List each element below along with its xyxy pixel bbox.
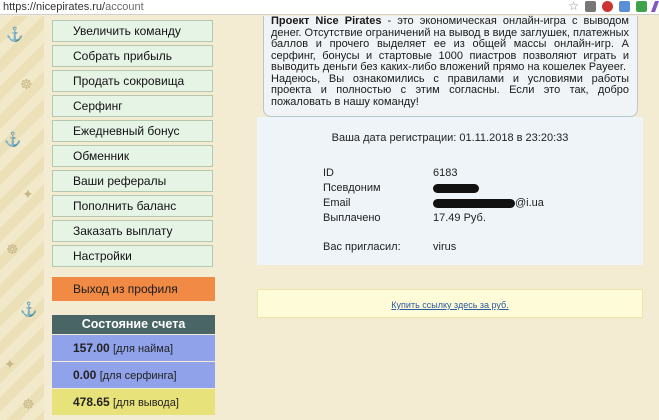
menu-item-settings[interactable]: Настройки <box>52 245 213 267</box>
email-label: Email <box>323 197 351 209</box>
balance-value: 157.00 <box>73 341 110 355</box>
url-text[interactable]: https://nicepirates.ru/account <box>0 1 144 13</box>
balance-value: 478.65 <box>73 395 110 409</box>
info-row-referrer: Вас пригласил: virus <box>323 241 633 254</box>
balance-row-surfing: 0.00 [для серфинга] <box>52 362 215 388</box>
ship-wheel-icon: ☸ <box>22 396 35 412</box>
email-suffix: @i.ua <box>515 197 544 209</box>
browser-address-bar[interactable]: https://nicepirates.ru/account ☆ <box>0 0 659 15</box>
registration-date: Ваша дата регистрации: 01.11.2018 в 23:2… <box>331 132 569 144</box>
balance-row-hire: 157.00 [для найма] <box>52 335 215 361</box>
menu-item-exchanger[interactable]: Обменник <box>52 145 213 167</box>
info-row-nickname: Псевдоним <box>323 182 633 195</box>
info-row-email: Email @i.ua <box>323 197 633 210</box>
account-menu: Увеличить команду Собрать прибыль Продат… <box>52 20 213 270</box>
anchor-icon: ⚓ <box>4 131 22 147</box>
extension-icon[interactable] <box>585 1 596 12</box>
menu-item-sell-treasures[interactable]: Продать сокровища <box>52 70 213 92</box>
extension-icon[interactable] <box>636 1 647 12</box>
browser-toolbar-icons: ☆ <box>568 0 659 12</box>
bookmark-star-icon[interactable]: ☆ <box>568 0 579 12</box>
decorative-pirate-pattern: ⚓ ☸ ⚓ ✦ ☸ ⚓ ✦ ☸ <box>0 16 44 420</box>
project-intro-card: Проект Nice Pirates - это экономическая … <box>263 15 638 117</box>
intro-title: Проект Nice Pirates <box>271 15 382 27</box>
ship-wheel-icon: ☸ <box>20 76 33 92</box>
id-value: 6183 <box>433 167 458 179</box>
nickname-label: Псевдоним <box>323 182 381 194</box>
buy-link-banner: Купить ссылку здесь за руб. <box>257 289 643 318</box>
menu-item-request-payout[interactable]: Заказать выплату <box>52 220 213 242</box>
extension-icon[interactable] <box>650 1 659 12</box>
extension-icon[interactable] <box>619 1 630 12</box>
anchor-icon: ⚓ <box>6 26 24 42</box>
menu-item-increase-team[interactable]: Увеличить команду <box>52 20 213 42</box>
balance-row-withdraw: 478.65 [для вывода] <box>52 389 215 415</box>
registration-info-panel: Ваша дата регистрации: 01.11.2018 в 23:2… <box>257 117 643 265</box>
balance-label: [для серфинга] <box>99 370 177 382</box>
paid-label: Выплачено <box>323 212 381 224</box>
balance-value: 0.00 <box>73 368 97 382</box>
id-label: ID <box>323 167 334 179</box>
anchor-icon: ⚓ <box>20 301 38 317</box>
menu-item-collect-profit[interactable]: Собрать прибыль <box>52 45 213 67</box>
referrer-value: virus <box>433 241 457 253</box>
ship-wheel-icon: ☸ <box>6 241 19 257</box>
balance-label: [для вывода] <box>113 397 179 409</box>
intro-paragraph-2: Надеюсь, Вы ознакомились с правилами и у… <box>271 72 629 108</box>
account-balance-title: Состояние счета <box>52 315 215 334</box>
star-icon: ✦ <box>4 356 16 372</box>
balance-label: [для найма] <box>113 343 174 355</box>
logout-button[interactable]: Выход из профиля <box>52 277 215 301</box>
intro-paragraph: Проект Nice Pirates - это экономическая … <box>271 15 629 74</box>
referrer-label: Вас пригласил: <box>323 241 401 253</box>
menu-item-referrals[interactable]: Ваши рефералы <box>52 170 213 192</box>
info-row-id: ID 6183 <box>323 167 633 180</box>
menu-item-top-up-balance[interactable]: Пополнить баланс <box>52 195 213 217</box>
buy-link[interactable]: Купить ссылку здесь за руб. <box>391 300 508 310</box>
redacted-nickname <box>433 183 479 193</box>
paid-value: 17.49 Руб. <box>433 212 486 224</box>
info-row-paid: Выплачено 17.49 Руб. <box>323 212 633 225</box>
extension-icon[interactable] <box>602 1 613 12</box>
star-icon: ✦ <box>22 186 34 202</box>
redacted-email <box>433 198 515 208</box>
account-balance-panel: Состояние счета 157.00 [для найма] 0.00 … <box>52 315 215 415</box>
menu-item-surfing[interactable]: Серфинг <box>52 95 213 117</box>
profile-info-table: ID 6183 Псевдоним Email @i.ua Выплачено … <box>323 167 633 256</box>
menu-item-daily-bonus[interactable]: Ежедневный бонус <box>52 120 213 142</box>
